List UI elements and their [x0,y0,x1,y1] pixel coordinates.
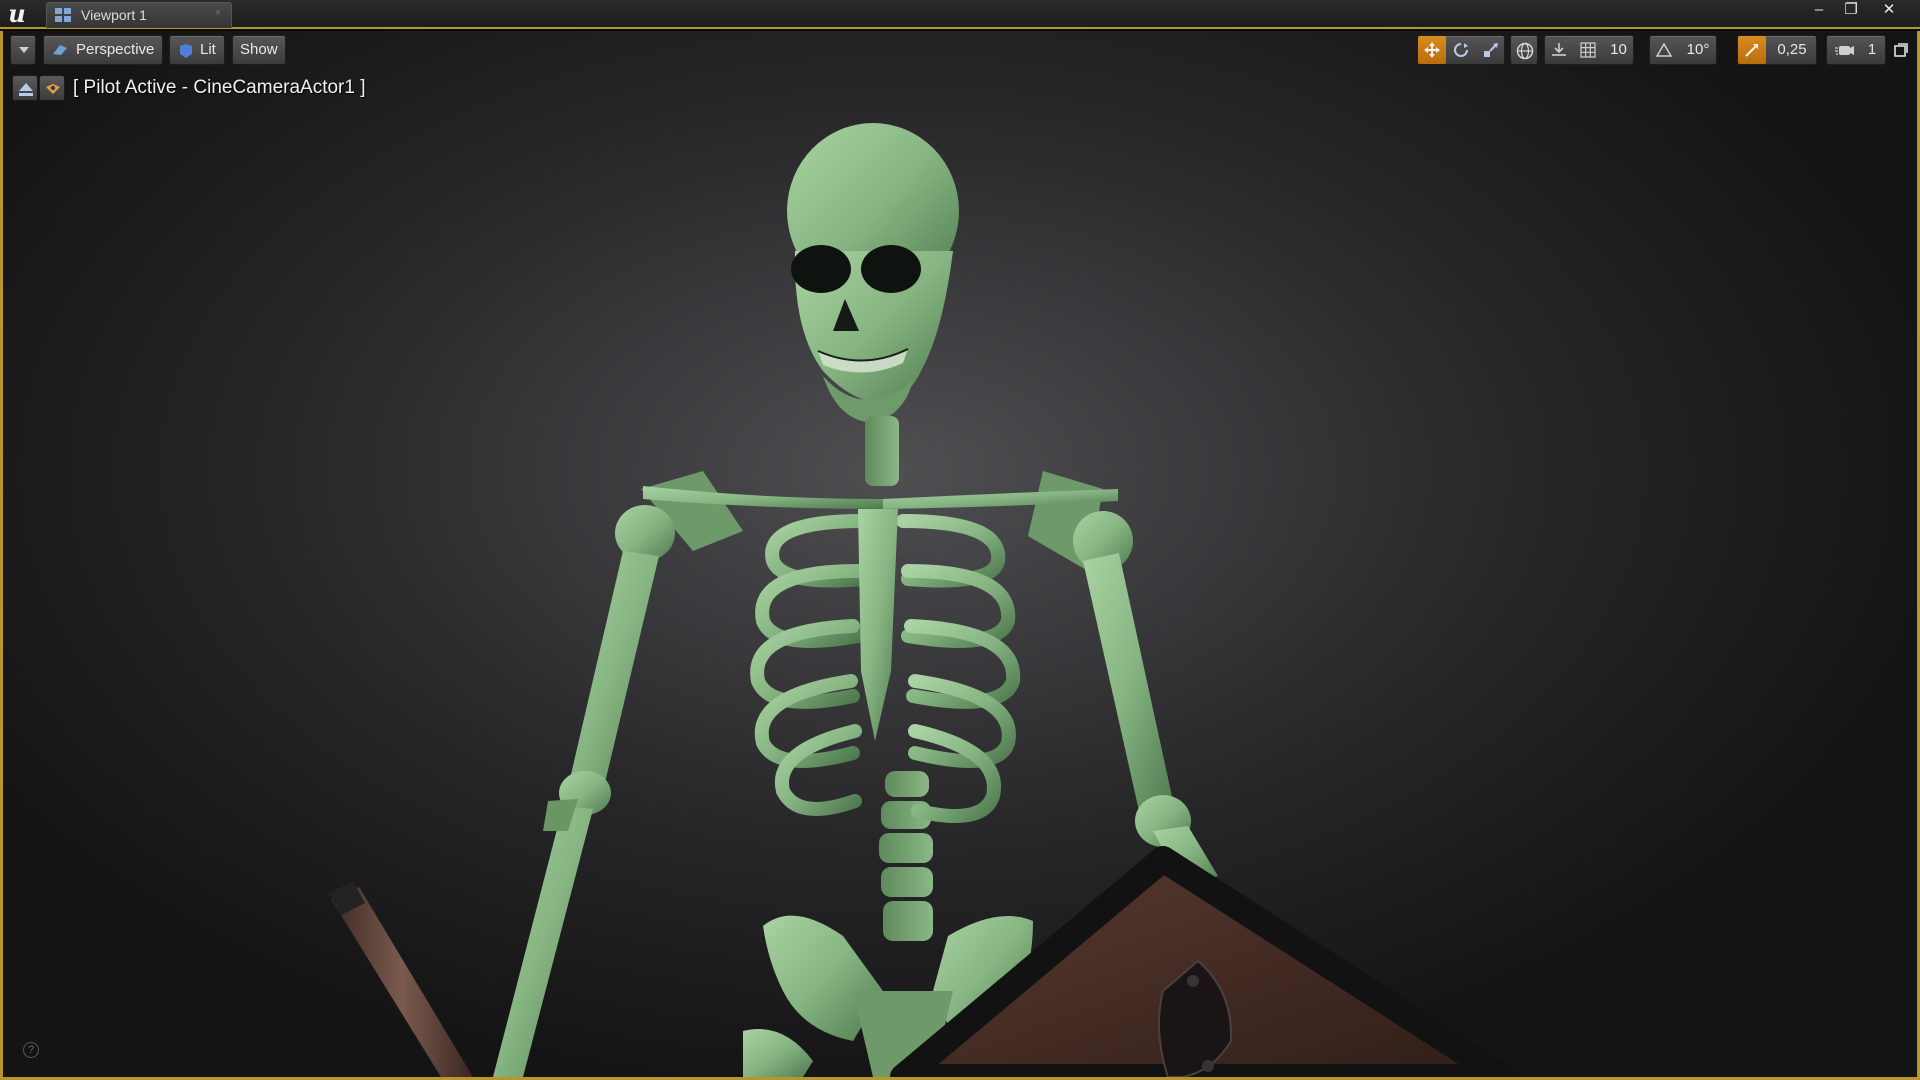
left-arm [493,505,675,1077]
close-button[interactable]: ✕ [1874,0,1904,22]
rotate-icon [1454,43,1468,57]
wooden-stick [329,881,473,1077]
right-arm [1073,511,1218,886]
title-bar: u Viewport 1 × – ❐ ✕ [0,0,1920,29]
perspective-camera-icon [53,45,67,55]
camera-speed-group: 1 [1826,35,1886,65]
skull [787,123,959,423]
scale-snap-toggle[interactable] [1738,36,1766,64]
level-viewport[interactable]: Perspective Lit Show 10 10° 0,25 1 [Pil… [0,31,1920,1080]
pilot-active-label: [ Pilot Active - CineCameraActor1 ] [73,77,366,98]
grid-snap-toggle[interactable] [1574,36,1602,64]
chevron-down-icon [19,47,29,53]
lit-sphere-icon [180,44,192,58]
viewport-options-button[interactable] [10,35,36,65]
tab-label: Viewport 1 [81,7,147,23]
rotation-snap-value[interactable]: 10° [1679,36,1717,64]
eject-pilot-button[interactable] [12,75,38,101]
world-globe-icon [1516,42,1534,60]
transform-tools-group [1417,35,1505,65]
rotate-mode-button[interactable] [1447,36,1476,64]
viewport-icon [55,8,71,22]
tab-viewport-1[interactable]: Viewport 1 × [46,2,232,28]
view-mode-lit-button[interactable]: Lit [169,35,225,65]
grid-snap-value[interactable]: 10 [1603,36,1634,64]
lit-label: Lit [200,41,216,58]
grid-icon [1580,42,1596,58]
scale-mode-button[interactable] [1477,36,1505,64]
unreal-logo-icon[interactable]: u [4,2,30,28]
camera-speed-value[interactable]: 1 [1859,36,1885,64]
show-button[interactable]: Show [232,35,286,65]
coordinate-system-button[interactable] [1510,35,1538,65]
surface-snap-icon [1552,43,1566,56]
angle-icon [1656,42,1672,57]
maximize-viewport-button[interactable] [1891,35,1911,65]
maximize-icon [1894,43,1908,57]
scale-snap-value[interactable]: 0,25 [1767,36,1817,64]
minimize-button[interactable]: – [1804,0,1834,22]
camera-lock-icon [46,84,60,94]
restore-button[interactable]: ❐ [1836,0,1866,22]
camera-speed-button[interactable] [1829,36,1859,64]
translate-mode-button[interactable] [1418,36,1446,64]
perspective-button[interactable]: Perspective [43,35,163,65]
sternum [858,509,898,741]
camera-lock-button[interactable] [39,75,65,101]
scale-snap-group: 0,25 [1737,35,1817,65]
rotation-snap-toggle[interactable] [1650,36,1678,64]
surface-snap-button[interactable] [1545,36,1573,64]
scale-snap-icon [1745,44,1758,57]
perspective-label: Perspective [76,41,155,58]
skeleton-scene [329,123,1516,1077]
show-label: Show [240,41,278,58]
rotation-snap-group: 10° [1649,35,1717,65]
eject-icon [19,83,33,96]
scale-icon [1484,43,1498,57]
translate-icon [1424,42,1440,58]
camera-speed-icon [1835,46,1854,55]
help-icon[interactable]: ? [23,1042,39,1058]
grid-snap-group: 10 [1544,35,1634,65]
tab-close-icon[interactable]: × [215,7,221,19]
